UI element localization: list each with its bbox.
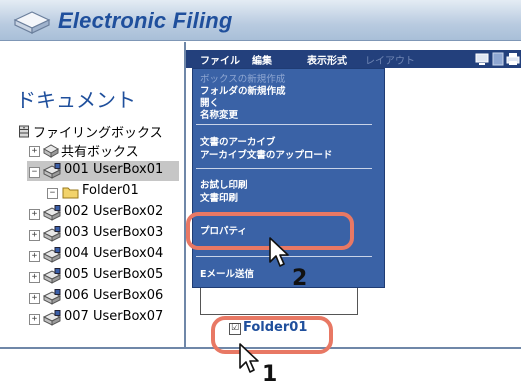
- tree-item-userbox[interactable]: 005 UserBox05: [64, 267, 163, 282]
- tree-expand-toggle[interactable]: +: [29, 293, 40, 304]
- document-icon[interactable]: [492, 52, 504, 66]
- filing-cabinet-icon: [19, 125, 29, 138]
- menu-item-print-document[interactable]: 文書印刷: [200, 190, 238, 204]
- user-box-icon: [43, 247, 62, 263]
- step-number-1: 1: [262, 362, 278, 387]
- tree-expand-toggle[interactable]: +: [29, 209, 40, 220]
- mouse-cursor-icon: [239, 343, 259, 373]
- folder-icon: [62, 187, 79, 199]
- user-box-icon: [43, 163, 62, 179]
- user-box-icon: [43, 310, 62, 326]
- display-icon[interactable]: [475, 52, 489, 66]
- tree-expand-toggle[interactable]: +: [29, 146, 40, 157]
- tree-item-userbox[interactable]: 001 UserBox01: [64, 162, 163, 177]
- tree-item-folder[interactable]: Folder01: [82, 183, 139, 198]
- step-number-2: 2: [292, 266, 308, 291]
- menu-file[interactable]: ファイル: [200, 52, 240, 67]
- tree-item-userbox[interactable]: 007 UserBox07: [64, 309, 163, 324]
- panel-heading: ドキュメント: [16, 88, 136, 112]
- menu-layout[interactable]: レイアウト: [365, 52, 415, 67]
- menu-separator: [196, 168, 372, 169]
- tree-item-userbox[interactable]: 006 UserBox06: [64, 288, 163, 303]
- mouse-cursor-icon: [269, 237, 289, 267]
- menu-item-upload-archive[interactable]: アーカイブ文書のアップロード: [200, 147, 332, 161]
- tree-collapse-toggle[interactable]: −: [29, 167, 40, 178]
- folder-highlight: [211, 316, 333, 354]
- menu-item-rename[interactable]: 名称変更: [200, 107, 238, 121]
- menu-view[interactable]: 表示形式: [307, 52, 347, 67]
- user-box-icon: [43, 268, 62, 284]
- menu-item-send-email[interactable]: Eメール送信: [200, 266, 254, 280]
- tree-root-label[interactable]: ファイリングボックス: [33, 122, 163, 141]
- tree-collapse-toggle[interactable]: −: [47, 188, 58, 199]
- tree-item-userbox[interactable]: 004 UserBox04: [64, 246, 163, 261]
- tree-expand-toggle[interactable]: +: [29, 314, 40, 325]
- user-box-icon: [43, 226, 62, 242]
- print-icon[interactable]: [506, 52, 520, 66]
- tree-expand-toggle[interactable]: +: [29, 251, 40, 262]
- tree-expand-toggle[interactable]: +: [29, 272, 40, 283]
- tree-item-userbox[interactable]: 002 UserBox02: [64, 204, 163, 219]
- app-title: Electronic Filing: [58, 8, 233, 33]
- tree-item-userbox[interactable]: 003 UserBox03: [64, 225, 163, 240]
- user-box-icon: [43, 289, 62, 305]
- menu-separator: [196, 124, 372, 125]
- user-box-icon: [43, 205, 62, 221]
- tree-item-shared-box[interactable]: 共有ボックス: [61, 141, 139, 160]
- tree-expand-toggle[interactable]: +: [29, 230, 40, 241]
- menu-item-proof-print[interactable]: お試し印刷: [200, 177, 248, 191]
- menu-edit[interactable]: 編集: [252, 52, 272, 67]
- filing-box-logo-icon: [13, 11, 51, 34]
- menu-item-archive[interactable]: 文書のアーカイブ: [200, 134, 275, 148]
- shared-box-icon: [43, 144, 59, 158]
